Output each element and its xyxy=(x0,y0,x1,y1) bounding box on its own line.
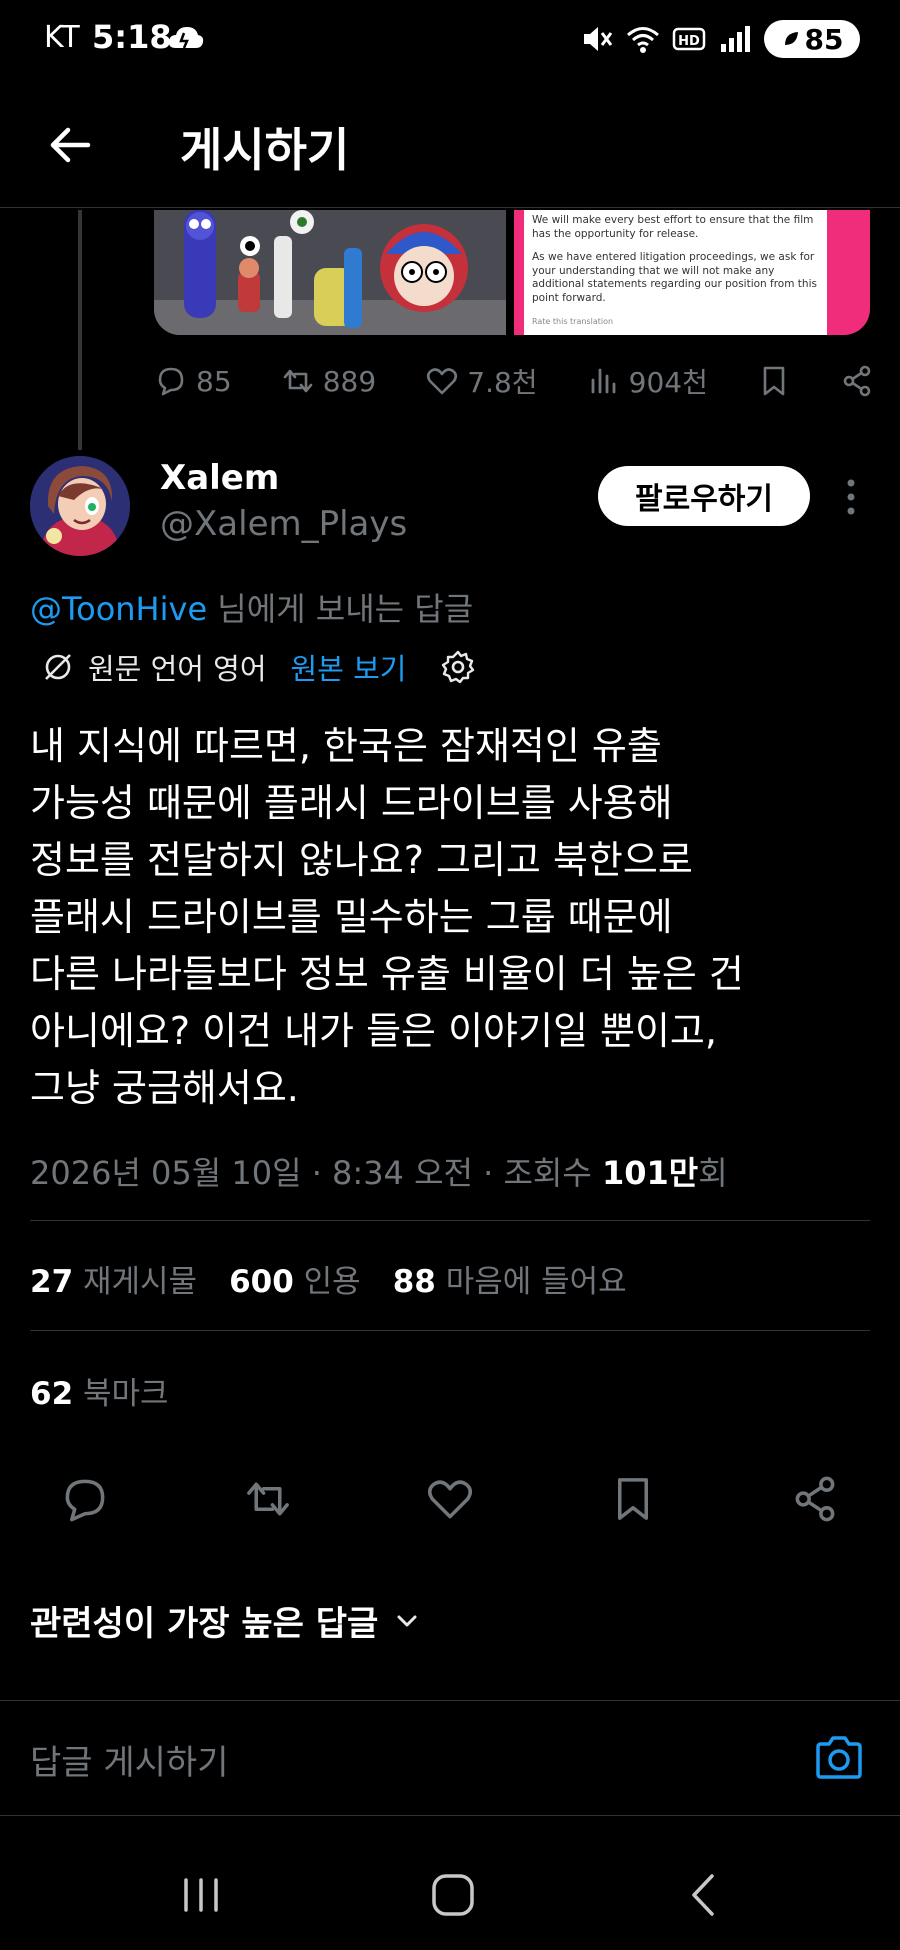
repost-icon xyxy=(283,369,313,393)
reposts-stat-label: 재게시물 xyxy=(73,1264,198,1300)
likes-stat-label: 마음에 들어요 xyxy=(435,1264,627,1300)
follow-button[interactable]: 팔로우하기 xyxy=(598,466,810,526)
recent-apps-icon[interactable] xyxy=(176,1870,226,1920)
reply-sort-dropdown[interactable]: 관련성이 가장 높은 답글 xyxy=(30,1596,422,1645)
camera-icon[interactable] xyxy=(812,1731,866,1785)
quotes-stat-count: 600 xyxy=(229,1264,294,1300)
page-title: 게시하기 xyxy=(180,123,350,177)
repost-icon[interactable] xyxy=(243,1474,293,1524)
like-icon xyxy=(427,368,458,395)
reply-icon xyxy=(158,367,184,396)
reply-context-suffix: 님에게 보내는 답글 xyxy=(207,590,474,628)
author-handle[interactable]: @Xalem_Plays xyxy=(160,504,407,544)
wifi-icon xyxy=(627,27,659,53)
author-name[interactable]: Xalem xyxy=(160,458,279,498)
translation-source-label: 원문 언어 영어 xyxy=(88,652,267,686)
battery-level: 85 xyxy=(804,22,844,56)
divider xyxy=(30,1220,870,1221)
likes-stat[interactable]: 88 마음에 들어요 xyxy=(393,1256,627,1301)
avatar[interactable] xyxy=(30,456,130,556)
likes-stat-count: 88 xyxy=(392,1264,436,1300)
battery-indicator: 85 xyxy=(764,20,860,58)
notice-footer: Rate this translation xyxy=(532,317,614,326)
reply-count: 85 xyxy=(196,364,232,398)
mention-link[interactable]: @ToonHive xyxy=(30,590,207,628)
battery-saver-icon xyxy=(784,32,798,45)
bookmark-icon xyxy=(763,366,785,396)
back-arrow-icon[interactable] xyxy=(44,118,98,172)
share-icon[interactable] xyxy=(790,1474,840,1524)
translate-icon xyxy=(45,654,71,680)
bookmarks-stat-count: 62 xyxy=(30,1376,74,1412)
chevron-down-icon xyxy=(397,1615,417,1626)
media-image-right[interactable]: We will make every best effort to ensure… xyxy=(514,210,870,335)
statement-screenshot: We will make every best effort to ensure… xyxy=(524,210,827,335)
like-count: 7.8천 xyxy=(467,366,538,399)
reply-icon[interactable] xyxy=(60,1474,110,1524)
notice-line-2: As we have entered litigation proceeding… xyxy=(532,251,817,304)
signal-icon xyxy=(721,26,750,52)
cartoon-scene-image xyxy=(154,210,506,335)
more-icon[interactable] xyxy=(836,474,866,520)
post-body-text: 내 지식에 따르면, 한국은 잠재적인 유출 가능성 때문에 플래시 드라이브를… xyxy=(30,724,744,1110)
status-bar: KT 5:18 HD 85 xyxy=(0,0,900,84)
share-action[interactable] xyxy=(840,364,874,398)
top-header: 게시하기 xyxy=(0,84,900,208)
reply-context: @ToonHive 님에게 보내는 답글 xyxy=(30,584,473,630)
bookmarks-stat-label: 북마크 xyxy=(73,1376,169,1412)
quotes-stat-label: 인용 xyxy=(293,1264,361,1300)
reply-action[interactable]: 85 xyxy=(154,364,232,398)
views-action[interactable]: 904천 xyxy=(587,361,708,401)
post-metadata: 2026년 05월 10일 · 8:34 오전 · 조회수 101만회 xyxy=(30,1148,728,1194)
share-icon xyxy=(843,365,871,397)
repost-count: 889 xyxy=(322,364,377,398)
svg-text:HD: HD xyxy=(678,34,700,49)
views-icon xyxy=(591,368,616,394)
reply-sort-label: 관련성이 가장 높은 답글 xyxy=(30,1604,379,1644)
avatar-image xyxy=(30,456,130,556)
repost-action[interactable]: 889 xyxy=(281,364,376,398)
reposts-stat-count: 27 xyxy=(30,1264,74,1300)
parent-post-media[interactable]: We will make every best effort to ensure… xyxy=(154,210,870,335)
like-action[interactable]: 7.8천 xyxy=(425,361,538,401)
reply-input-placeholder[interactable]: 답글 게시하기 xyxy=(30,1735,229,1784)
notice-line-1: We will make every best effort to ensure… xyxy=(532,214,814,240)
view-count-suffix: 회 xyxy=(698,1154,728,1192)
quotes-stat[interactable]: 600 인용 xyxy=(229,1256,361,1301)
divider xyxy=(30,1330,870,1331)
media-image-left[interactable] xyxy=(154,210,506,335)
like-icon[interactable] xyxy=(425,1474,475,1524)
system-nav-bar xyxy=(0,1840,900,1950)
hd-icon: HD xyxy=(672,27,706,51)
parent-post-actions: 85 889 7.8천 904천 xyxy=(154,356,874,406)
mute-icon xyxy=(584,27,613,51)
clock: 5:18 xyxy=(92,18,172,56)
bookmark-icon[interactable] xyxy=(608,1474,658,1524)
view-original-link[interactable]: 원본 보기 xyxy=(291,646,407,688)
cloud-icon xyxy=(168,27,204,49)
nav-back-icon[interactable] xyxy=(680,1870,730,1920)
reposts-stat[interactable]: 27 재게시물 xyxy=(30,1256,197,1301)
thread-connector xyxy=(78,210,82,450)
bookmark-action[interactable] xyxy=(757,364,791,398)
home-icon[interactable] xyxy=(428,1870,478,1920)
carrier-label: KT xyxy=(44,20,80,55)
bookmarks-stat[interactable]: 62 북마크 xyxy=(30,1368,169,1413)
reply-composer[interactable]: 답글 게시하기 xyxy=(0,1700,900,1816)
translation-row: 원문 언어 영어 원본 보기 xyxy=(40,646,476,688)
post-timestamp: 2026년 05월 10일 · 8:34 오전 · 조회수 xyxy=(30,1154,602,1192)
post-actions xyxy=(60,1474,840,1524)
view-count-value: 101만 xyxy=(601,1154,699,1192)
views-count: 904천 xyxy=(628,366,708,399)
gear-icon[interactable] xyxy=(440,649,476,685)
engagement-stats: 27 재게시물 600 인용 88 마음에 들어요 xyxy=(30,1256,627,1301)
status-icons: HD 85 xyxy=(580,20,860,58)
